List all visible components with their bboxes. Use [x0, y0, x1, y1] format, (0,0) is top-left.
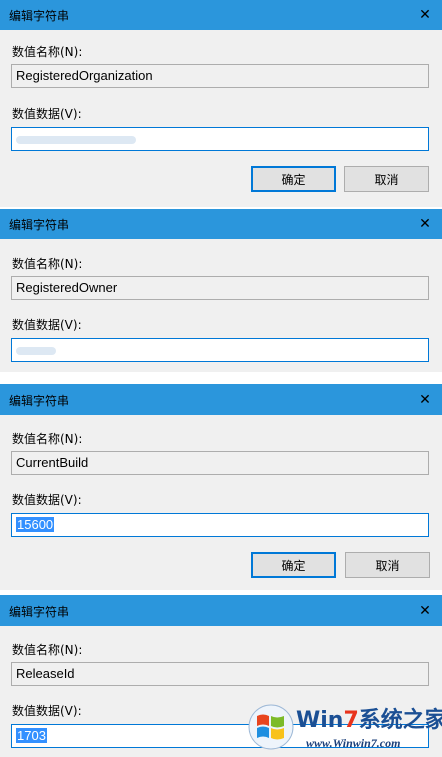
close-icon[interactable]: ✕ [408, 209, 442, 239]
value-name-field: CurrentBuild [11, 451, 429, 475]
dialog-title: 编辑字符串 [9, 9, 70, 23]
value-data-input[interactable] [11, 127, 429, 151]
dialog-title: 编辑字符串 [9, 394, 70, 408]
value-data-label: 数值数据(V): [12, 704, 82, 718]
value-name-field: RegisteredOwner [11, 276, 429, 300]
value-data-label: 数值数据(V): [12, 493, 82, 507]
value-data-input[interactable] [11, 338, 429, 362]
value-data-label: 数值数据(V): [12, 318, 82, 332]
watermark: Win7系统之家 www.Winwin7.com [246, 698, 442, 757]
value-data-selected-text: 1703 [16, 728, 47, 743]
value-name-label: 数值名称(N): [12, 432, 83, 446]
value-name-text: ReleaseId [16, 666, 75, 681]
value-name-field: RegisteredOrganization [11, 64, 429, 88]
dialog-titlebar: 编辑字符串 ✕ [0, 0, 442, 30]
value-name-field: ReleaseId [11, 662, 429, 686]
edit-string-dialog-3: 编辑字符串 ✕ 数值名称(N): CurrentBuild 数值数据(V): 1… [0, 384, 442, 590]
value-data-selected-text: 15600 [16, 517, 55, 532]
edit-string-dialog-2: 编辑字符串 ✕ 数值名称(N): RegisteredOwner 数值数据(V)… [0, 209, 442, 372]
brand-prefix: Win [296, 708, 344, 733]
close-icon[interactable]: ✕ [408, 595, 442, 626]
cancel-button[interactable]: 取消 [344, 166, 429, 192]
dialog-titlebar: 编辑字符串 ✕ [0, 384, 442, 415]
dialog-titlebar: 编辑字符串 ✕ [0, 209, 442, 239]
brand-suffix: 系统之家 [358, 708, 442, 733]
brand-seven: 7 [343, 708, 359, 733]
redaction-mark [16, 346, 56, 355]
value-name-text: RegisteredOwner [16, 280, 118, 295]
dialog-title: 编辑字符串 [9, 218, 70, 232]
dialog-title: 编辑字符串 [9, 605, 70, 619]
close-icon[interactable]: ✕ [408, 0, 442, 30]
value-name-text: RegisteredOrganization [16, 68, 153, 83]
value-name-label: 数值名称(N): [12, 643, 83, 657]
cancel-button[interactable]: 取消 [345, 552, 430, 578]
windows-logo-icon [248, 704, 294, 750]
redaction-mark [16, 135, 136, 144]
value-name-label: 数值名称(N): [12, 45, 83, 59]
watermark-url: www.Winwin7.com [306, 736, 401, 750]
value-data-input[interactable]: 15600 [11, 513, 429, 537]
value-name-label: 数值名称(N): [12, 257, 83, 271]
ok-button[interactable]: 确定 [251, 552, 336, 578]
value-name-text: CurrentBuild [16, 455, 89, 470]
value-data-label: 数值数据(V): [12, 107, 82, 121]
dialog-titlebar: 编辑字符串 ✕ [0, 595, 442, 626]
watermark-brand: Win7系统之家 [296, 702, 442, 734]
close-icon[interactable]: ✕ [408, 384, 442, 415]
edit-string-dialog-1: 编辑字符串 ✕ 数值名称(N): RegisteredOrganization … [0, 0, 442, 207]
ok-button[interactable]: 确定 [251, 166, 336, 192]
